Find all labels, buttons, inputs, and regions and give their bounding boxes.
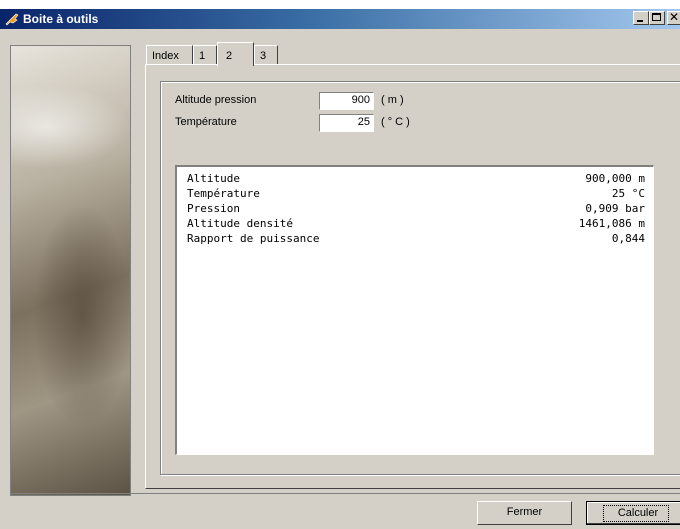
app-icon (5, 13, 19, 26)
close-icon: ✕ (669, 10, 680, 24)
temperature-label: Température (175, 116, 237, 128)
result-value: 25 °C (611, 187, 645, 200)
title-bar[interactable]: Boite à outils ✕ (0, 9, 680, 29)
results-box[interactable]: Altitude 900,000 m Température 25 °C Pre… (175, 165, 654, 455)
tab-page: Altitude pression 900 ( m ) Température … (145, 64, 680, 489)
maximize-button[interactable] (649, 11, 665, 25)
window-title: Boite à outils (23, 12, 99, 26)
footer-bar (10, 493, 680, 529)
tab-2[interactable]: 2 (217, 42, 254, 66)
compute-button-label: Calculer (602, 505, 670, 522)
result-row: Rapport de puissance 0,844 (187, 232, 645, 247)
close-button[interactable]: ✕ (667, 10, 680, 25)
result-name: Température (187, 187, 260, 200)
maximize-icon (652, 13, 661, 21)
altitude-label: Altitude pression (175, 94, 257, 106)
side-image (10, 45, 131, 496)
result-name: Pression (187, 202, 240, 215)
tab-3[interactable]: 3 (254, 45, 278, 65)
close-dialog-button[interactable]: Fermer (477, 501, 572, 525)
altitude-unit: ( m ) (381, 94, 404, 106)
result-row: Altitude 900,000 m (187, 172, 645, 187)
minimize-icon (637, 20, 643, 22)
altitude-input[interactable]: 900 (319, 92, 374, 110)
minimize-button[interactable] (633, 11, 649, 25)
result-row: Pression 0,909 bar (187, 202, 645, 217)
tab-index[interactable]: Index (146, 45, 193, 65)
result-row: Altitude densité 1461,086 m (187, 217, 645, 232)
result-value: 1461,086 m (578, 217, 645, 230)
app-window: Boite à outils ✕ Index 1 2 3 Altitude pr… (0, 9, 680, 529)
result-name: Rapport de puissance (187, 232, 320, 245)
result-row: Température 25 °C (187, 187, 645, 202)
result-value: 0,909 bar (585, 202, 645, 215)
temperature-unit: ( ° C ) (381, 116, 410, 128)
result-value: 0,844 (611, 232, 645, 245)
temperature-input[interactable]: 25 (319, 114, 374, 132)
result-name: Altitude (187, 172, 240, 185)
compute-button[interactable]: Calculer (586, 501, 680, 525)
result-name: Altitude densité (187, 217, 293, 230)
group-box: Altitude pression 900 ( m ) Température … (160, 81, 680, 475)
result-value: 900,000 m (585, 172, 645, 185)
tab-1[interactable]: 1 (193, 45, 217, 65)
